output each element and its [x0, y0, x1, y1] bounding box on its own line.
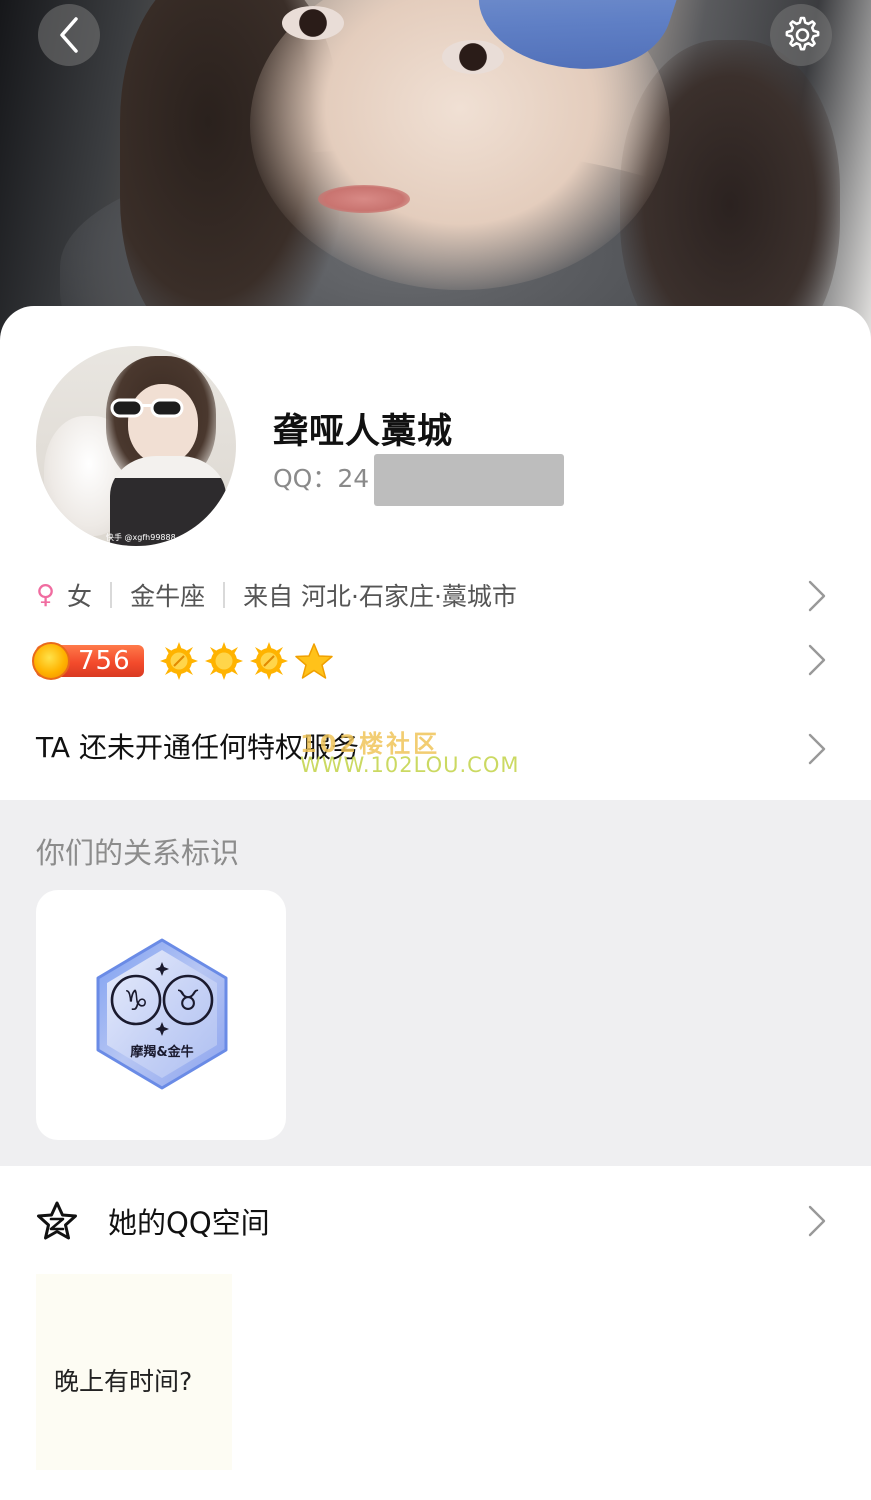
chevron-right-icon[interactable] [806, 1204, 828, 1238]
settings-button[interactable] [770, 4, 832, 66]
chevron-right-icon[interactable] [806, 732, 828, 766]
qq-level-row[interactable]: 756 [32, 640, 333, 682]
constellation-text: 金牛座 [130, 582, 206, 611]
sunglasses-image [110, 398, 184, 418]
qzone-post-text: 晚上有时间? [54, 1367, 193, 1396]
privilege-text[interactable]: TA 还未开通任何特权服务 [36, 726, 359, 766]
level-value: 756 [78, 646, 131, 676]
back-button[interactable] [38, 4, 100, 66]
zodiac-badge-icon: ♑ ♉ 摩羯&金牛 [96, 938, 228, 1090]
chevron-right-icon[interactable] [806, 643, 828, 677]
sun-icon [250, 642, 288, 680]
level-coin-icon [32, 642, 70, 680]
profile-page: 快手 @xgfh99888 聋哑人藁城 QQ：24 ♀ 女 金牛座 来自 河北·… [0, 0, 871, 1500]
redaction-box [374, 454, 564, 506]
capricorn-symbol: ♑ [123, 984, 148, 1017]
sun-icon [160, 642, 198, 680]
star-icon [295, 643, 333, 679]
divider [110, 582, 113, 608]
relation-title: 你们的关系标识 [36, 836, 240, 870]
gear-icon [785, 16, 820, 51]
gender-text: 女 [67, 582, 93, 611]
divider [223, 582, 226, 608]
sun-icon [205, 642, 243, 680]
qzone-row[interactable]: 她的QQ空间 [36, 1196, 270, 1246]
basic-info-row[interactable]: ♀ 女 金牛座 来自 河北·石家庄·藁城市 [36, 575, 517, 615]
avatar[interactable]: 快手 @xgfh99888 [36, 346, 236, 546]
level-badge: 756 [32, 642, 144, 680]
qzone-post-card[interactable]: 晚上有时间? [36, 1274, 232, 1470]
cover-photo[interactable] [0, 0, 871, 340]
taurus-symbol: ♉ [175, 984, 200, 1017]
location-text: 来自 河北·石家庄·藁城市 [243, 582, 517, 611]
qzone-label: 她的QQ空间 [108, 1206, 270, 1240]
chevron-right-icon[interactable] [806, 579, 828, 613]
badge-label: 摩羯&金牛 [130, 1044, 193, 1060]
chevron-left-icon [60, 17, 78, 53]
qq-number: QQ：24 [273, 464, 370, 493]
female-icon: ♀ [36, 580, 56, 610]
avatar-watermark: 快手 @xgfh99888 [106, 533, 176, 542]
star-badge-icon [37, 1201, 77, 1240]
relation-badge-card[interactable]: ♑ ♉ 摩羯&金牛 [36, 890, 286, 1140]
relation-section: 你们的关系标识 ♑ ♉ 摩羯&金牛 [0, 800, 871, 1166]
nickname: 聋哑人藁城 [273, 412, 454, 452]
